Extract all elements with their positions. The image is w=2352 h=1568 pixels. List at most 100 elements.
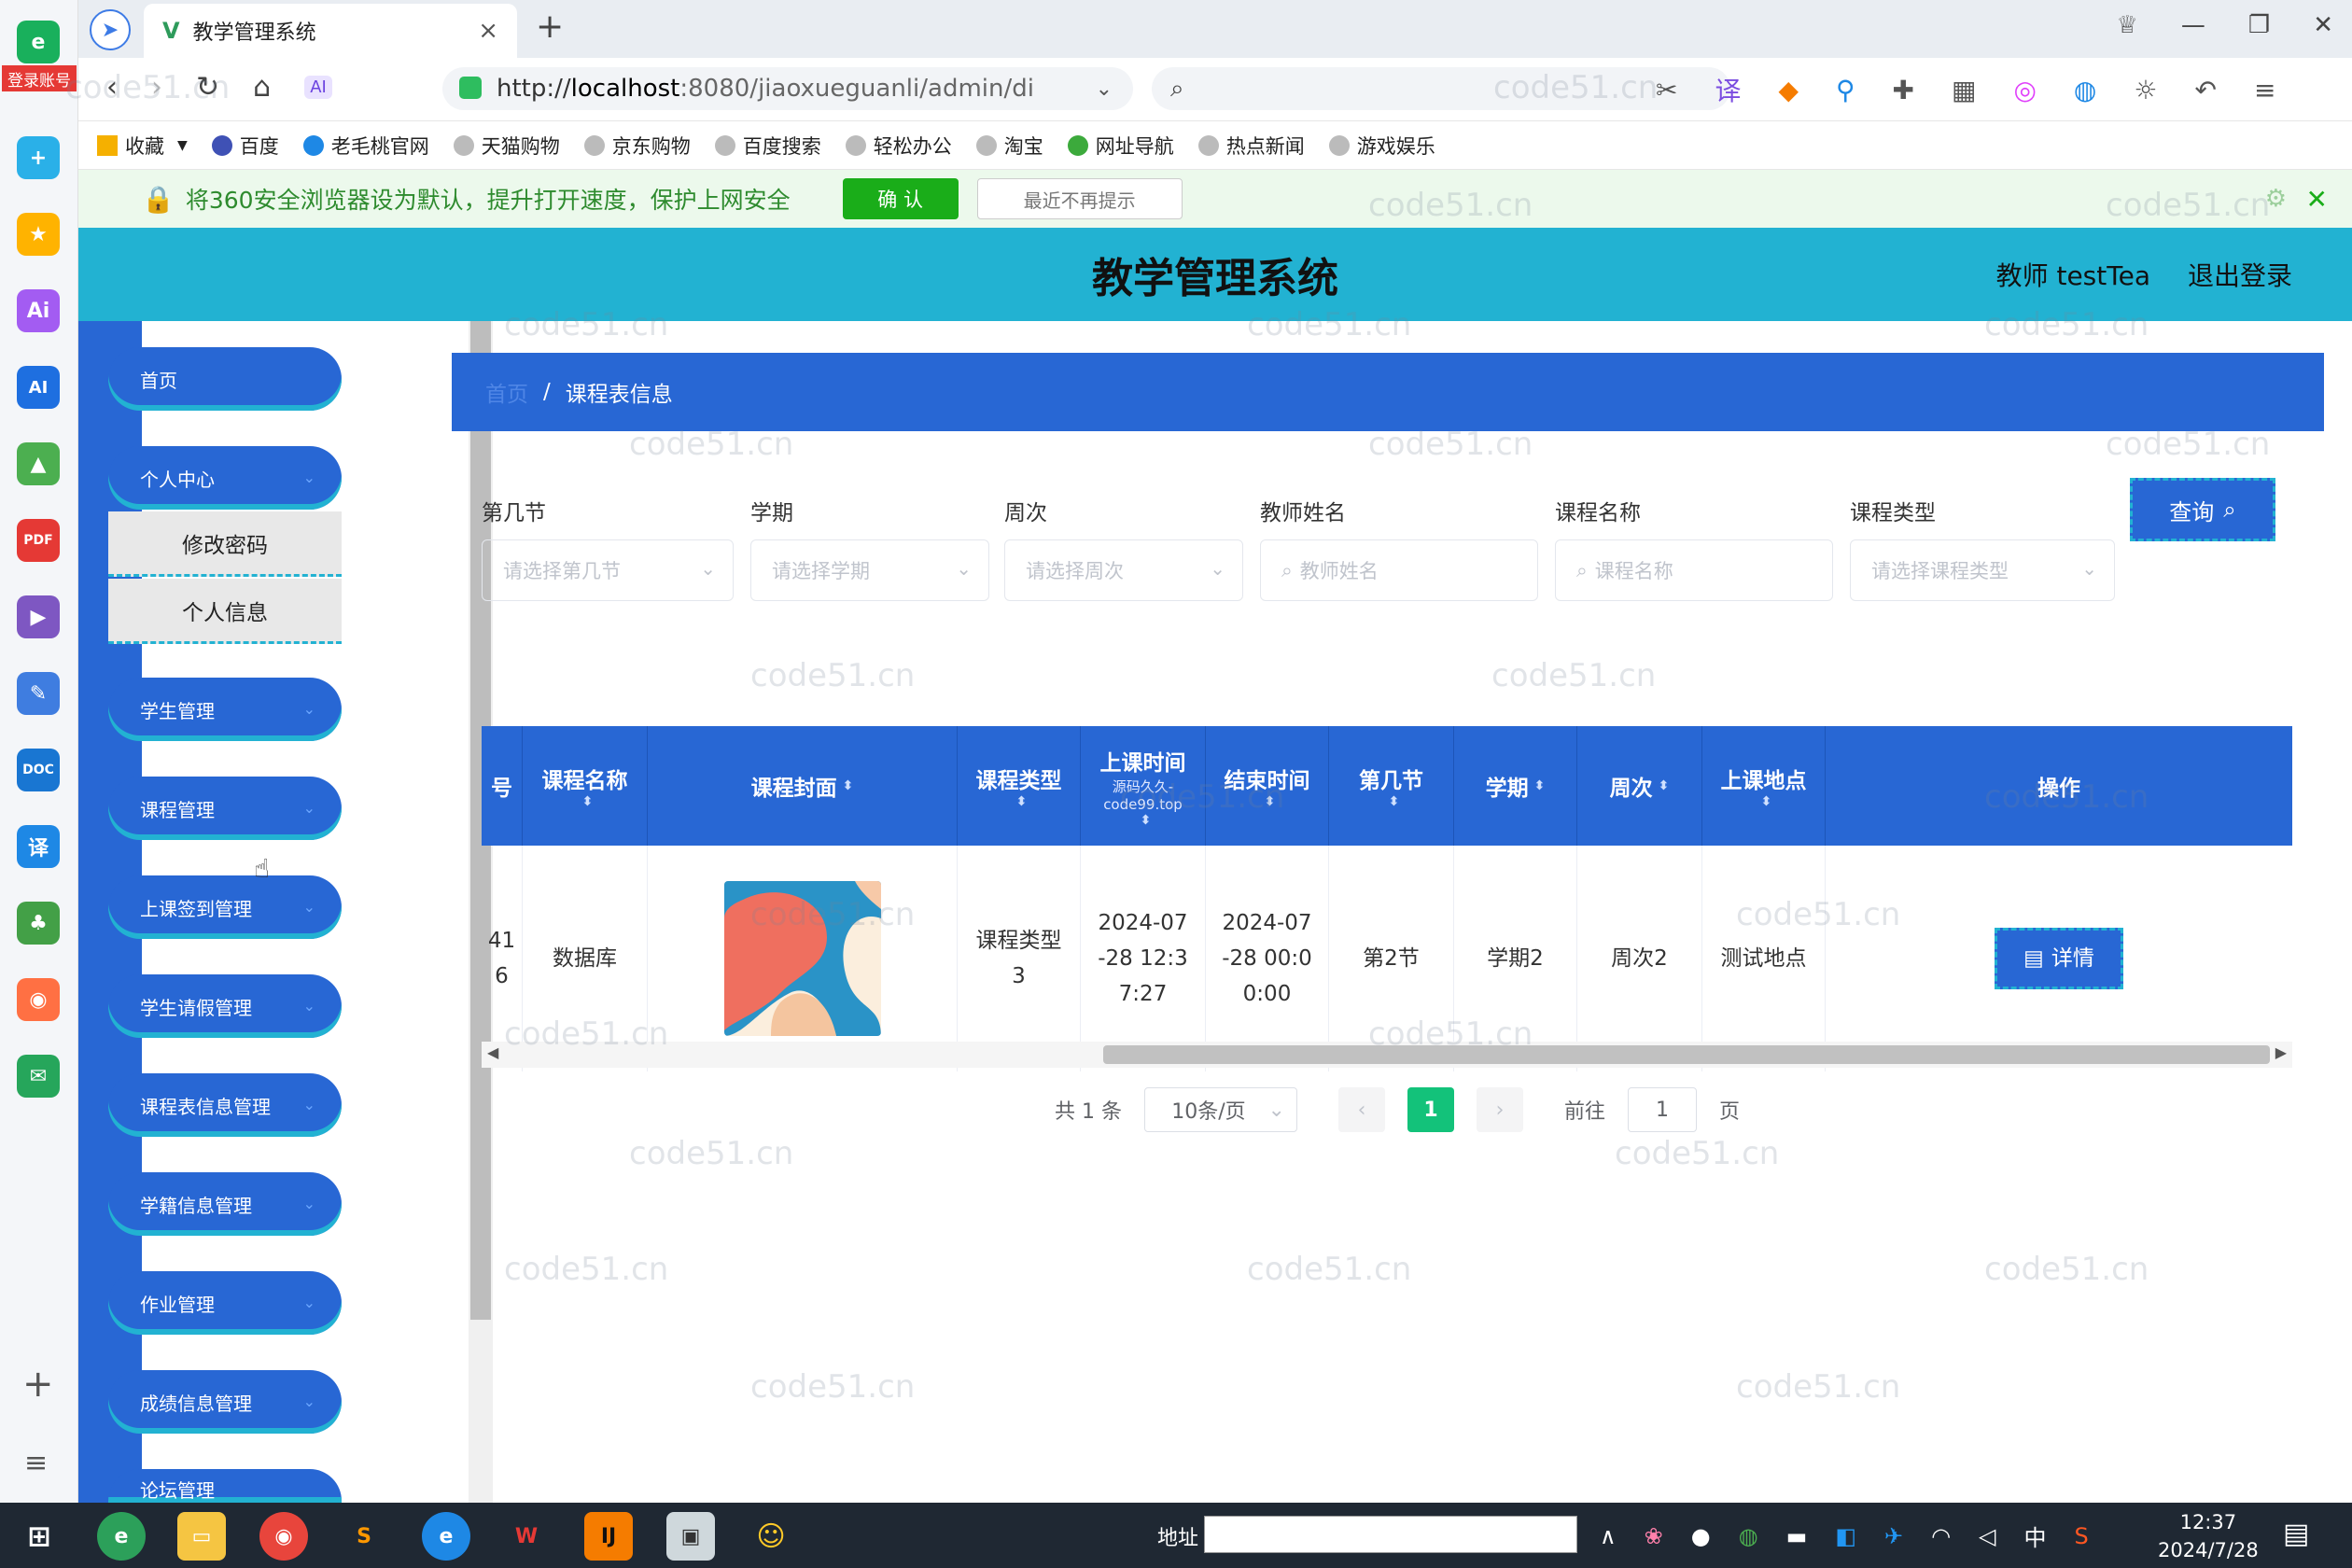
ime-indicator[interactable]: 中: [2024, 1519, 2047, 1552]
sort-icon[interactable]: ⬍: [1389, 794, 1400, 809]
term-select[interactable]: 请选择学期 ⌄: [750, 539, 989, 601]
column-header-term[interactable]: 学期 ⬍: [1454, 726, 1577, 846]
sidebar-item-courses[interactable]: 课程管理 ⌄: [108, 777, 342, 840]
intellij-icon[interactable]: IJ: [584, 1512, 633, 1561]
window-close-icon[interactable]: ✕: [2313, 11, 2333, 39]
bookmark-item[interactable]: 老毛桃官网: [302, 132, 429, 160]
bookmark-favorites[interactable]: 收藏 ▼: [97, 132, 188, 160]
bookmark-item[interactable]: 京东购物: [583, 132, 691, 160]
bookmark-item[interactable]: 轻松办公: [845, 132, 952, 160]
clock[interactable]: 12:37 2024/7/28: [2158, 1508, 2259, 1564]
sidebar-item-home[interactable]: 首页: [108, 347, 342, 411]
taskbar-address-input[interactable]: [1204, 1516, 1577, 1553]
sort-icon[interactable]: ⬍: [1141, 813, 1152, 828]
sidebar-item-leave[interactable]: 学生请假管理 ⌄: [108, 974, 342, 1038]
mail-icon[interactable]: ✉: [17, 1055, 60, 1098]
notification-icon[interactable]: ▤: [2283, 1518, 2309, 1550]
windows-start-icon[interactable]: ⊞: [15, 1512, 63, 1561]
cat-app-icon[interactable]: ☺: [747, 1512, 795, 1561]
wps-icon[interactable]: W: [502, 1512, 551, 1561]
window-app-icon[interactable]: ▣: [666, 1512, 715, 1561]
shirt-skin-icon[interactable]: ♕: [2117, 11, 2138, 39]
column-header-section[interactable]: 第几节 ⬍: [1329, 726, 1454, 846]
teacher-name-input[interactable]: ⌕ 教师姓名: [1260, 539, 1538, 601]
notice-later-button[interactable]: 最近不再提示: [976, 178, 1183, 219]
url-input[interactable]: http://localhost:8080/jiaoxueguanli/admi…: [442, 67, 1133, 110]
course-type-select[interactable]: 请选择课程类型 ⌄: [1850, 539, 2115, 601]
reload-icon[interactable]: ↻: [196, 71, 219, 104]
query-button[interactable]: 查询 ⌕: [2130, 478, 2275, 541]
volume-icon[interactable]: ◁: [1979, 1523, 1995, 1549]
tray-qq-icon[interactable]: ●: [1691, 1523, 1711, 1549]
image-icon[interactable]: ▲: [17, 442, 60, 485]
column-header-week[interactable]: 周次 ⬍: [1577, 726, 1702, 846]
video-icon[interactable]: ▶: [17, 595, 60, 638]
file-explorer-icon[interactable]: ▭: [177, 1512, 226, 1561]
column-header-course-type[interactable]: 课程类型 ⬍: [958, 726, 1081, 846]
sidebar-item-students[interactable]: 学生管理 ⌄: [108, 678, 342, 741]
find-icon[interactable]: ⚲: [1836, 75, 1855, 105]
tray-wechat-icon[interactable]: ◍: [1739, 1523, 1758, 1549]
notice-close-icon[interactable]: ✕: [2306, 184, 2328, 215]
section-select[interactable]: 请选择第几节 ⌄: [482, 539, 734, 601]
ai-badge-icon[interactable]: AI: [304, 76, 332, 99]
sidebar-item-timetable[interactable]: 课程表信息管理 ⌄: [108, 1073, 342, 1137]
next-page-button[interactable]: ›: [1476, 1087, 1523, 1132]
grid-icon[interactable]: ▦: [1952, 75, 1976, 105]
edge-icon[interactable]: e: [422, 1512, 470, 1561]
column-header-end-time[interactable]: 结束时间 ⬍: [1206, 726, 1329, 846]
tray-expand-icon[interactable]: ∧: [1600, 1523, 1617, 1549]
sidebar-item-enrollment[interactable]: 学籍信息管理 ⌄: [108, 1172, 342, 1236]
brightness-icon[interactable]: ☼: [2134, 75, 2157, 105]
dropdown-chevron-icon[interactable]: ⌄: [1096, 77, 1113, 101]
browser-360-icon[interactable]: e: [97, 1512, 146, 1561]
sort-icon[interactable]: ⬍: [1265, 794, 1276, 809]
table-horizontal-scrollbar[interactable]: ◀ ▶: [482, 1042, 2292, 1068]
ai-writing-icon[interactable]: AI: [17, 366, 60, 409]
undo-icon[interactable]: ↶: [2194, 75, 2216, 105]
detail-button[interactable]: ▤ 详情: [1995, 928, 2123, 989]
notice-confirm-button[interactable]: 确 认: [842, 178, 959, 219]
star-icon[interactable]: ★: [17, 213, 60, 256]
sidebar-item-forum[interactable]: 论坛管理: [108, 1469, 342, 1503]
goto-page-input[interactable]: 1: [1628, 1087, 1697, 1132]
course-cover-image[interactable]: [723, 881, 881, 1036]
breadcrumb-home[interactable]: 首页: [485, 376, 528, 408]
page-size-select[interactable]: 10条/页 ⌄: [1143, 1087, 1297, 1132]
tray-feather-icon[interactable]: ✈: [1884, 1523, 1903, 1549]
browser-logo-icon[interactable]: e: [17, 21, 60, 63]
sort-icon[interactable]: ⬍: [843, 778, 854, 793]
translate-toolbar-icon[interactable]: 译: [1715, 71, 1741, 108]
sidebar-subitem-personal-info[interactable]: 个人信息: [108, 579, 342, 644]
navigation-arrow-icon[interactable]: ➤: [90, 9, 131, 50]
prev-page-button[interactable]: ‹: [1337, 1087, 1385, 1132]
game-icon[interactable]: ♣: [17, 902, 60, 945]
puzzle-icon[interactable]: ✚: [1893, 75, 1914, 105]
scroll-left-icon[interactable]: ◀: [487, 1043, 498, 1061]
forward-icon[interactable]: ›: [151, 71, 162, 104]
page-number-active[interactable]: 1: [1407, 1087, 1454, 1132]
minimize-icon[interactable]: —: [2181, 11, 2205, 39]
search-input[interactable]: ⌕: [1152, 67, 1730, 110]
weibo-icon[interactable]: ◉: [17, 978, 60, 1021]
sort-icon[interactable]: ⬍: [1761, 794, 1772, 809]
chrome-icon[interactable]: ◉: [259, 1512, 308, 1561]
week-select[interactable]: 请选择周次 ⌄: [1004, 539, 1243, 601]
column-header-cover[interactable]: 课程封面 ⬍: [648, 726, 958, 846]
column-header-no[interactable]: 号: [482, 726, 523, 846]
close-icon[interactable]: ×: [478, 17, 498, 45]
tray-app-icon[interactable]: ❀: [1645, 1523, 1663, 1549]
wifi-icon[interactable]: ◠: [1931, 1523, 1951, 1549]
extension-fox-icon[interactable]: ◆: [1778, 75, 1799, 105]
column-header-start-time[interactable]: 上课时间 源码久久-code99.top ⬍: [1081, 726, 1206, 846]
bookmark-item[interactable]: 热点新闻: [1197, 132, 1305, 160]
sidebar-item-grades[interactable]: 成绩信息管理 ⌄: [108, 1370, 342, 1434]
bookmark-item[interactable]: 淘宝: [975, 132, 1043, 160]
sort-icon[interactable]: ⬍: [1659, 778, 1670, 793]
sync-icon[interactable]: ◍: [2074, 75, 2096, 105]
tray-device-icon[interactable]: ▬: [1786, 1523, 1808, 1549]
bookmark-item[interactable]: 百度: [211, 132, 279, 160]
column-header-course-name[interactable]: 课程名称 ⬍: [523, 726, 648, 846]
ai-assistant-icon[interactable]: Ai: [17, 289, 60, 332]
sidebar-item-homework[interactable]: 作业管理 ⌄: [108, 1271, 342, 1335]
